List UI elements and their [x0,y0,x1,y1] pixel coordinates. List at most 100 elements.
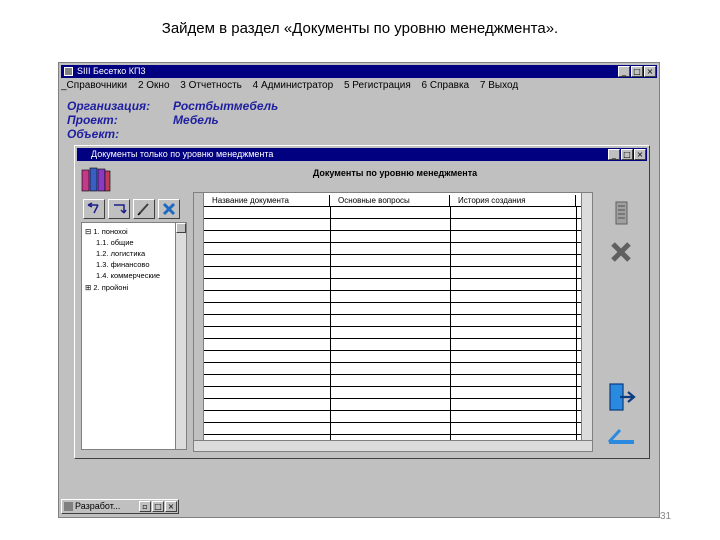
taskbar-window-controls: ▫ □ × [139,501,177,512]
tree-item[interactable]: ⊟ 1. понохоі [85,227,128,236]
column-header-name[interactable]: Название документа [204,195,330,206]
grid-row-line [204,374,581,375]
arrow-up-left-icon [87,202,99,214]
column-header-questions[interactable]: Основные вопросы [330,195,450,206]
close-button[interactable]: × [644,66,656,77]
tree-item[interactable]: 1.2. логистика [96,249,145,258]
taskbar-minimized-window[interactable]: Разработ... ▫ □ × [61,499,179,514]
move-up-button[interactable] [83,199,105,219]
tree-scrollbar[interactable] [175,223,186,449]
close-button[interactable]: × [165,501,177,512]
document-side-button[interactable] [603,196,639,230]
grid-vertical-scrollbar[interactable] [581,193,592,440]
documents-window-title: Документы только по уровню менеджмента [91,149,274,159]
app-titlebar[interactable]: SIII Бесетко КП3 _ □ × [61,65,657,78]
documents-titlebar[interactable]: Документы только по уровню менеджмента _… [77,148,647,161]
info-value: Ростбытмебель [173,99,279,113]
delete-tool-button[interactable] [158,199,180,219]
tree-item[interactable]: 1.4. коммерческие [96,271,160,280]
grid-row-line [204,398,581,399]
grid-row-line [204,218,581,219]
grid-horizontal-scrollbar[interactable] [194,440,592,451]
grid-row-line [204,302,581,303]
documents-grid: Название документа Основные вопросы Исто… [193,192,593,452]
tree-toolbar [83,199,180,219]
grid-row-line [204,326,581,327]
menu-registratsiya[interactable]: 5 Регистрация [344,80,411,91]
row-marker-column [194,193,204,440]
documents-window-controls: _ □ × [608,149,646,160]
arrow-down-right-icon [114,204,127,214]
app-icon[interactable] [64,67,73,76]
tree-item[interactable]: 1.1. общие [96,238,134,247]
menu-vyhod[interactable]: 7 Выход [480,80,518,91]
info-object: Объект: [67,127,278,141]
menu-spravka[interactable]: 6 Справка [422,80,470,91]
documents-header: Документы по уровню менеджмента [312,168,478,178]
minimize-button[interactable]: _ [618,66,630,77]
books-icon [81,167,111,192]
tree-item[interactable]: ⊞ 2. пройоні [85,283,128,292]
grid-row-line [204,230,581,231]
grid-row-line [204,206,581,207]
info-organization: Организация: Ростбытмебель [67,99,278,113]
exit-side-button[interactable] [603,380,639,414]
delete-side-button[interactable] [603,235,639,269]
grid-header: Название документа Основные вопросы Исто… [204,195,576,206]
grid-column-line [450,206,451,440]
close-button[interactable]: × [634,149,646,160]
grid-row-line [204,266,581,267]
grid-row-line [204,290,581,291]
grid-body[interactable] [204,206,581,447]
info-value: Мебель [173,113,219,127]
grid-row-line [204,386,581,387]
door-exit-icon [609,383,636,411]
tree-item[interactable]: 1.3. финансово [96,260,150,269]
menu-administrator[interactable]: 4 Администратор [253,80,334,91]
edit-button[interactable] [133,199,155,219]
info-project: Проект: Мебель [67,113,278,127]
page-number: 31 [660,511,672,522]
slide-title: Зайдем в раздел «Документы по уровню мен… [161,20,559,37]
x-icon [162,202,176,216]
restore-button[interactable]: ▫ [139,501,151,512]
tree-panel: ⊟ 1. понохоі 1.1. общие 1.2. логистика 1… [81,222,187,450]
pencil-icon [137,203,149,216]
app-title: SIII Бесетко КП3 [77,66,146,76]
grid-row-line [204,422,581,423]
grid-row-line [204,362,581,363]
menu-bar: _Справочники 2 Окно 3 Отчетность 4 Админ… [61,79,657,93]
info-label: Организация: [67,99,151,113]
grid-column-line [576,206,577,440]
grid-row-line [204,410,581,411]
app-window-controls: _ □ × [618,66,656,77]
menu-spravochniki[interactable]: _Справочники [61,80,127,91]
grid-row-line [204,350,581,351]
app-window: SIII Бесетко КП3 _ □ × _Справочники 2 Ок… [58,62,660,518]
taskbar-item-label: Разработ... [75,501,121,511]
documents-window: Документы только по уровню менеджмента _… [74,145,650,459]
info-label: Проект: [67,113,118,127]
info-panel: Организация: Ростбытмебель Проект: Мебел… [67,99,278,141]
minimize-button[interactable]: _ [608,149,620,160]
grid-row-line [204,434,581,435]
menu-okno[interactable]: 2 Окно [138,80,170,91]
x-icon [611,242,631,262]
maximize-button[interactable]: □ [152,501,164,512]
save-side-button[interactable] [603,418,639,452]
scroll-up-arrow[interactable] [176,223,186,233]
grid-row-line [204,314,581,315]
grid-row-line [204,278,581,279]
column-header-history[interactable]: История создания [450,195,576,206]
window-icon [64,502,73,511]
maximize-button[interactable]: □ [621,149,633,160]
grid-row-line [204,254,581,255]
maximize-button[interactable]: □ [631,66,643,77]
move-down-button[interactable] [108,199,130,219]
document-icon [615,201,628,225]
grid-column-line [330,206,331,440]
menu-otchetnost[interactable]: 3 Отчетность [180,80,242,91]
arrow-left-icon [607,428,634,444]
grid-row-line [204,338,581,339]
grid-row-line [204,242,581,243]
